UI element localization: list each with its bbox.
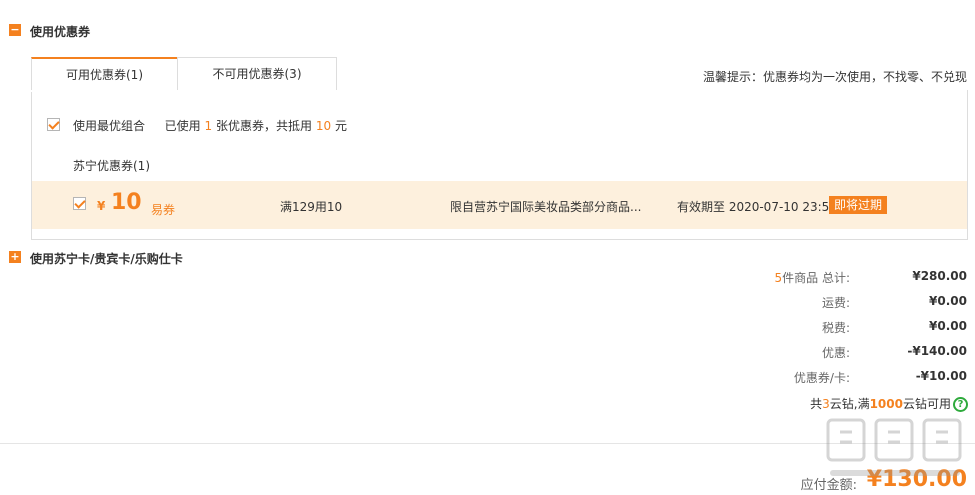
summary-divider — [0, 443, 975, 444]
tax-value: ¥0.00 — [929, 319, 967, 333]
cloud-suffix: 云钻可用 — [902, 397, 951, 411]
tab-available-coupons[interactable]: 可用优惠券(1) — [31, 57, 178, 92]
item-count-suffix: 件商品 总计: — [782, 271, 850, 285]
expiring-badge: 即将过期 — [829, 196, 888, 214]
coupon-scope: 限自营苏宁国际美妆品类部分商品... — [450, 200, 642, 214]
cloud-diamond-info: 共3云钻,满1000云钻可用? — [810, 395, 968, 412]
coupon-validity: 有效期至 2020-07-10 23:59 — [677, 200, 837, 214]
question-circle-icon[interactable]: ? — [953, 397, 968, 412]
used-suffix: 元 — [334, 119, 347, 133]
discount-value: -¥140.00 — [907, 344, 967, 358]
cloud-prefix: 共 — [810, 397, 823, 411]
coupon-checkbox[interactable] — [73, 197, 86, 210]
shipping-label: 运费: — [821, 296, 850, 310]
tab-unavailable-coupons[interactable]: 不可用优惠券(3) — [177, 57, 337, 91]
coupon-currency: ¥ — [97, 199, 106, 213]
payable-label: 应付金额: — [800, 478, 857, 493]
plus-icon[interactable]: + — [9, 251, 21, 263]
active-tab-joint — [31, 90, 178, 92]
shipping-value: ¥0.00 — [929, 294, 967, 308]
cloud-count: 3 — [822, 397, 830, 411]
cloud-mid: 云钻,满 — [829, 397, 870, 411]
coupon-card-label: 优惠券/卡: — [793, 371, 850, 385]
item-count-label: 5件商品 总计: — [775, 269, 851, 286]
total-value: ¥280.00 — [912, 269, 967, 283]
coupon-condition: 满129用10 — [280, 200, 343, 214]
used-prefix: 已使用 — [164, 119, 201, 133]
coupon-type: 易券 — [151, 203, 176, 217]
coupon-card-value: -¥10.00 — [915, 369, 967, 383]
item-count: 5 — [774, 271, 783, 285]
cloud-threshold: 1000 — [869, 397, 903, 411]
card-section-title[interactable]: 使用苏宁卡/贵宾卡/乐购仕卡 — [30, 250, 183, 267]
best-combo-checkbox[interactable] — [47, 118, 60, 131]
discount-label: 优惠: — [821, 346, 850, 360]
best-combo-row: 使用最优组合 已使用 1 张优惠券，共抵用 10 元 — [73, 117, 347, 134]
coupon-section-title[interactable]: 使用优惠券 — [30, 23, 90, 40]
used-amount: 10 — [315, 119, 332, 133]
minus-icon[interactable]: − — [9, 24, 21, 36]
used-count: 1 — [204, 119, 213, 133]
payable-amount: ¥130.00 — [866, 467, 967, 492]
coupon-group-title: 苏宁优惠券(1) — [73, 159, 150, 173]
best-combo-label[interactable]: 使用最优组合 — [73, 119, 145, 133]
coupon-amount: 10 — [111, 190, 142, 215]
used-mid: 张优惠券，共抵用 — [215, 119, 312, 133]
tax-label: 税费: — [821, 321, 850, 335]
coupon-tip: 温馨提示：优惠券均为一次使用，不找零、不兑现 — [702, 70, 967, 84]
